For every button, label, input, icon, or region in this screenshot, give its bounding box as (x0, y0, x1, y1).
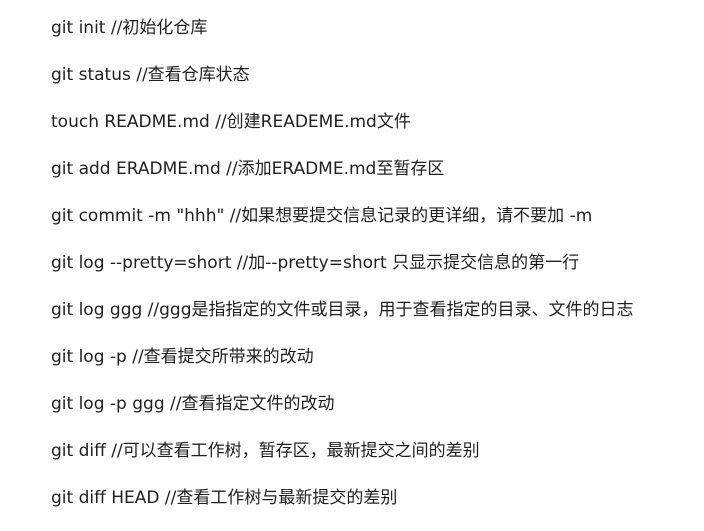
note-line: git add ERADME.md //添加ERADME.md至暂存区 (51, 159, 445, 179)
note-line: touch README.md //创建READEME.md文件 (51, 112, 411, 132)
command-notes: git init //初始化仓库 git status //查看仓库状态 tou… (51, 14, 701, 531)
note-line: git log -p //查看提交所带来的改动 (51, 347, 314, 367)
note-line: git diff //可以查看工作树，暂存区，最新提交之间的差别 (51, 441, 480, 461)
note-line: git init //初始化仓库 (51, 18, 208, 38)
note-line: git diff HEAD //查看工作树与最新提交的差别 (51, 488, 398, 508)
note-line: git log ggg //ggg是指指定的文件或目录，用于查看指定的目录、文件… (51, 300, 634, 320)
note-line: git log --pretty=short //加--pretty=short… (51, 253, 580, 273)
note-line: git commit -m "hhh" //如果想要提交信息记录的更详细，请不要… (51, 206, 593, 226)
note-line: git log -p ggg //查看指定文件的改动 (51, 394, 335, 414)
note-line: git status //查看仓库状态 (51, 65, 250, 85)
